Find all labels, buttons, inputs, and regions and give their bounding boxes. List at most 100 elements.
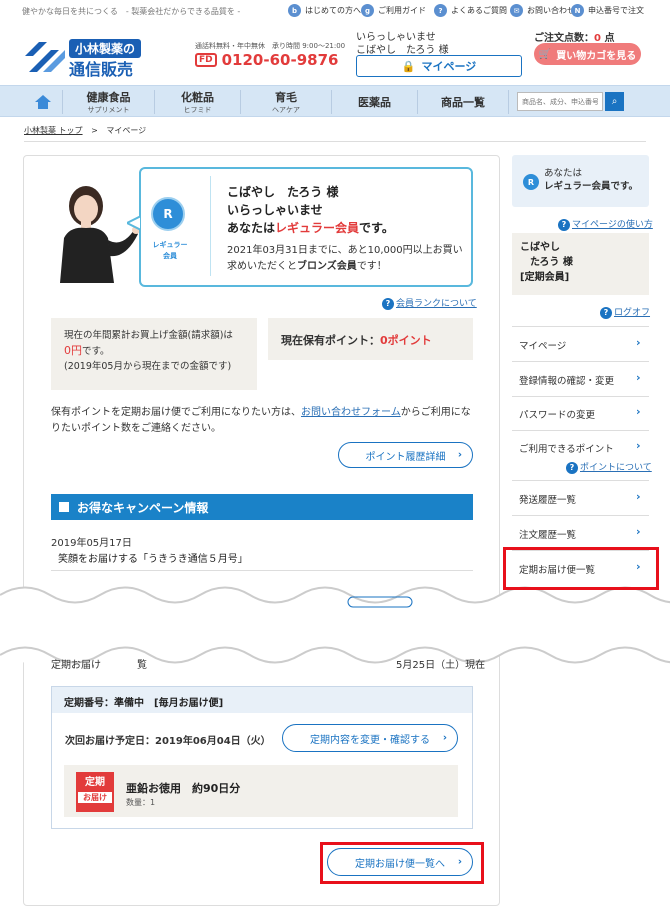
sidebar-user-name: こばやし たろう 様 [定期会員] [520, 242, 573, 283]
site-tagline: 健やかな毎日を共につくる - 製薬会社だからできる品質を - [22, 7, 241, 16]
chevron-right-icon: › [457, 449, 462, 461]
divider [51, 570, 473, 571]
breadcrumb-home[interactable]: 小林製薬 トップ [24, 126, 83, 135]
nav-cosmetics[interactable]: 化粧品 ヒフミド [155, 86, 240, 118]
point-history-button[interactable]: ポイント履歴詳細 › [338, 442, 473, 468]
free-dial-icon: FD [195, 53, 217, 67]
rank-greeting: いらっしゃいませ [227, 203, 323, 217]
product-quantity: 数量：1 [126, 798, 156, 807]
nav-hair-care[interactable]: 育毛 ヘアケア [241, 86, 331, 118]
help-icon: ? [566, 461, 578, 474]
guide-icon: g [361, 4, 374, 17]
sidebar-item-password[interactable]: パスワードの変更 [519, 407, 595, 421]
header-user-name: こばやし たろう 様 [356, 45, 449, 56]
logo-text-bottom: 通信販売 [69, 60, 134, 79]
divider [512, 361, 649, 362]
divider [24, 141, 646, 142]
product-name: 亜鉛お徳用 約90日分 [126, 782, 241, 795]
nav-health-food[interactable]: 健康食品 サプリメント [63, 86, 154, 118]
badge-label: レギュラー 会員 [152, 241, 188, 260]
guide-link[interactable]: g ご利用ガイド [361, 4, 426, 17]
nav-medicine[interactable]: 医薬品 [332, 86, 417, 118]
sidebar-item-shipping-history[interactable]: 発送履歴一覧 [519, 492, 576, 506]
order-number-icon: N [571, 4, 584, 17]
nav-product-list[interactable]: 商品一覧 [418, 86, 508, 118]
divider [512, 515, 649, 516]
mypage-help-link[interactable]: ? マイページの使い方 [558, 217, 653, 231]
sidebar-item-registration[interactable]: 登録情報の確認・変更 [519, 373, 614, 387]
teiki-product-row [64, 765, 458, 817]
chevron-right-icon: › [442, 732, 447, 744]
points-value: 0ポイント [380, 334, 432, 347]
flag-icon [59, 502, 69, 512]
faq-icon: ? [434, 4, 447, 17]
point-usage-note: 保有ポイントを定期お届け便でご利用になりたい方は、お問い合わせフォームからご利用… [51, 407, 471, 434]
search-button[interactable]: ⌕ [605, 92, 624, 111]
home-nav-button[interactable] [24, 86, 62, 118]
speech-pointer [127, 216, 141, 230]
change-teiki-button[interactable]: 定期内容を変更・確認する › [282, 724, 458, 752]
campaign-date: 2019年05月17日 [51, 538, 132, 549]
contact-link[interactable]: ✉ お問い合わせ [510, 4, 575, 17]
highlight-frame [503, 547, 659, 590]
breadcrumb: 小林製薬 トップ > マイページ [24, 126, 147, 135]
campaign-item-link[interactable]: 笑顔をお届けする「うきうき通信５月号」 [58, 550, 248, 565]
site-logo[interactable]: 小林製薬の 通信販売 [25, 38, 165, 79]
search-input[interactable] [517, 92, 603, 111]
logout-link[interactable]: ? ログオフ [600, 305, 650, 319]
help-icon: ? [382, 297, 394, 310]
view-cart-button[interactable]: 🛒 買い物カゴを見る [534, 43, 641, 65]
phone-number: FD 0120-60-9876 [195, 51, 338, 69]
teiki-as-of-date: 5月25日（土）現在 [396, 660, 486, 671]
cart-count: ご注文点数：0 点 [534, 33, 615, 44]
chevron-right-icon: › [636, 405, 641, 418]
chevron-right-icon: › [636, 490, 641, 503]
search-icon: ⌕ [611, 96, 618, 107]
teiki-section-title: 定期お届け覧 [51, 660, 147, 671]
faq-link[interactable]: ? よくあるご質問 [434, 4, 507, 17]
sidebar-item-order-history[interactable]: 注文履歴一覧 [519, 527, 576, 541]
teiki-delivery-tag: 定期 お届け [76, 772, 114, 812]
mypage-button[interactable]: 🔒 マイページ [356, 55, 522, 77]
cart-icon: 🛒 [538, 48, 552, 60]
contact-form-link[interactable]: お問い合わせフォーム [301, 407, 401, 418]
divider [512, 480, 649, 481]
campaign-header: お得なキャンペーン情報 [51, 494, 473, 520]
rank-user-name: こばやし たろう 様 [227, 185, 339, 199]
lock-icon: 🔒 [401, 59, 416, 73]
rank-up-note: 2021年03月31日までに、あと10,000円以上お買い求めいただくとブロンズ… [227, 245, 463, 272]
divider [512, 326, 649, 327]
staff-avatar [60, 186, 140, 283]
chevron-right-icon: › [636, 371, 641, 384]
sidebar-member-text: あなたは レギュラー会員です。 [544, 168, 639, 192]
help-icon: ? [600, 306, 612, 319]
divider [210, 176, 211, 276]
divider [512, 396, 649, 397]
global-nav: 健康食品サプリメント 化粧品ヒフミド 育毛ヘアケア 医薬品 商品一覧 ⌕ [0, 85, 670, 117]
member-rank-help-link[interactable]: ? 会員ランクについて [382, 296, 477, 310]
order-number-link[interactable]: N 申込番号で注文 [571, 4, 644, 17]
help-icon: ? [558, 218, 570, 231]
regular-member-badge-icon: R [151, 197, 185, 231]
phone-hours: 通話料無料・年中無休 承り時間 9:00～21:00 [195, 42, 346, 50]
chevron-right-icon: › [636, 336, 641, 349]
home-icon [35, 95, 51, 109]
points-text: 現在保有ポイント：0ポイント [281, 334, 432, 347]
chevron-right-icon: › [636, 439, 641, 452]
sidebar-item-points[interactable]: ご利用できるポイント [519, 441, 614, 455]
beginner-icon: b [288, 4, 301, 17]
next-delivery-date: 次回お届け予定日：2019年06月04日（火） [65, 736, 271, 747]
chevron-right-icon: › [636, 525, 641, 538]
logo-mark-icon [25, 42, 65, 72]
annual-purchase-amount: 0円 [64, 344, 82, 357]
divider [512, 430, 649, 431]
beginner-link[interactable]: b はじめての方へ [288, 4, 361, 17]
mail-icon: ✉ [510, 4, 523, 17]
teiki-number: 定期番号：準備中 [毎月お届け便] [52, 687, 472, 713]
highlight-frame [320, 842, 484, 884]
annual-purchase-text: 現在の年間累計お買上げ金額(請求額)は 0円です。 (2019年05月から現在ま… [64, 330, 233, 372]
breadcrumb-current: マイページ [106, 126, 147, 135]
points-help-link[interactable]: ? ポイントについて [566, 460, 652, 474]
sidebar-item-mypage[interactable]: マイページ [519, 338, 566, 352]
regular-member-badge-icon: R [523, 174, 539, 190]
